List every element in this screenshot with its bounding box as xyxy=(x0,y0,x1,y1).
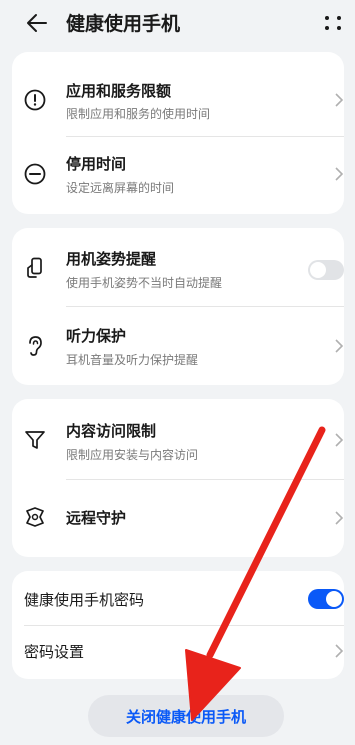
password-toggle-row: 健康使用手机密码 xyxy=(12,571,344,625)
chevron-right-icon xyxy=(335,644,344,658)
posture-row: 用机姿势提醒 使用手机姿势不当时自动提醒 xyxy=(12,228,344,306)
restrictions-row[interactable]: 内容访问限制 限制应用安装与内容访问 xyxy=(12,399,344,479)
password-card: 健康使用手机密码 密码设置 xyxy=(12,571,344,679)
exclamation-circle-icon xyxy=(24,89,46,111)
chevron-right-icon xyxy=(335,433,344,447)
filter-icon xyxy=(25,431,45,449)
posture-subtitle: 使用手机姿势不当时自动提醒 xyxy=(66,276,223,290)
hand-phone-icon xyxy=(27,257,42,278)
app-limit-title: 应用和服务限额 xyxy=(66,82,172,100)
restrictions-subtitle: 限制应用安装与内容访问 xyxy=(66,448,199,462)
app-limit-row[interactable]: 应用和服务限额 限制应用和服务的使用时间 xyxy=(12,52,344,136)
guard-icon xyxy=(26,507,44,527)
hearing-row[interactable]: 听力保护 耳机音量及听力保护提醒 xyxy=(12,307,344,385)
chevron-right-icon xyxy=(335,511,344,525)
remote-title: 远程守护 xyxy=(66,509,127,527)
remote-row[interactable]: 远程守护 xyxy=(12,480,344,557)
password-settings-row[interactable]: 密码设置 xyxy=(12,626,344,679)
posture-toggle[interactable] xyxy=(308,260,344,280)
password-settings-label: 密码设置 xyxy=(24,643,85,661)
hearing-title: 听力保护 xyxy=(66,327,127,345)
chevron-right-icon xyxy=(335,339,344,353)
hearing-subtitle: 耳机音量及听力保护提醒 xyxy=(66,353,199,367)
downtime-subtitle: 设定远离屏幕的时间 xyxy=(66,181,175,195)
restrictions-title: 内容访问限制 xyxy=(66,422,157,440)
care-card: 用机姿势提醒 使用手机姿势不当时自动提醒 听力保护 耳机音量及听力保护提醒 xyxy=(12,228,344,385)
chevron-right-icon xyxy=(335,93,344,107)
top-bar: 健康使用手机 xyxy=(0,0,355,50)
four-dots-icon[interactable] xyxy=(323,14,343,32)
toggle-knob xyxy=(326,591,342,607)
limits-card: 应用和服务限额 限制应用和服务的使用时间 停用时间 设定远离屏幕的时间 xyxy=(12,52,344,214)
chevron-right-icon xyxy=(335,167,344,181)
password-toggle-label: 健康使用手机密码 xyxy=(24,591,145,609)
ear-icon xyxy=(29,336,42,356)
content-card: 内容访问限制 限制应用安装与内容访问 远程守护 xyxy=(12,399,344,557)
downtime-row[interactable]: 停用时间 设定远离屏幕的时间 xyxy=(12,137,344,214)
minus-circle-icon xyxy=(24,163,46,185)
close-healthy-use-button[interactable]: 关闭健康使用手机 xyxy=(88,695,284,737)
posture-title: 用机姿势提醒 xyxy=(66,250,157,268)
arrow-left-icon[interactable] xyxy=(24,10,50,36)
downtime-title: 停用时间 xyxy=(66,155,127,173)
app-limit-subtitle: 限制应用和服务的使用时间 xyxy=(66,107,211,121)
password-toggle[interactable] xyxy=(308,589,344,609)
page-title: 健康使用手机 xyxy=(66,13,181,35)
toggle-knob xyxy=(310,262,326,278)
